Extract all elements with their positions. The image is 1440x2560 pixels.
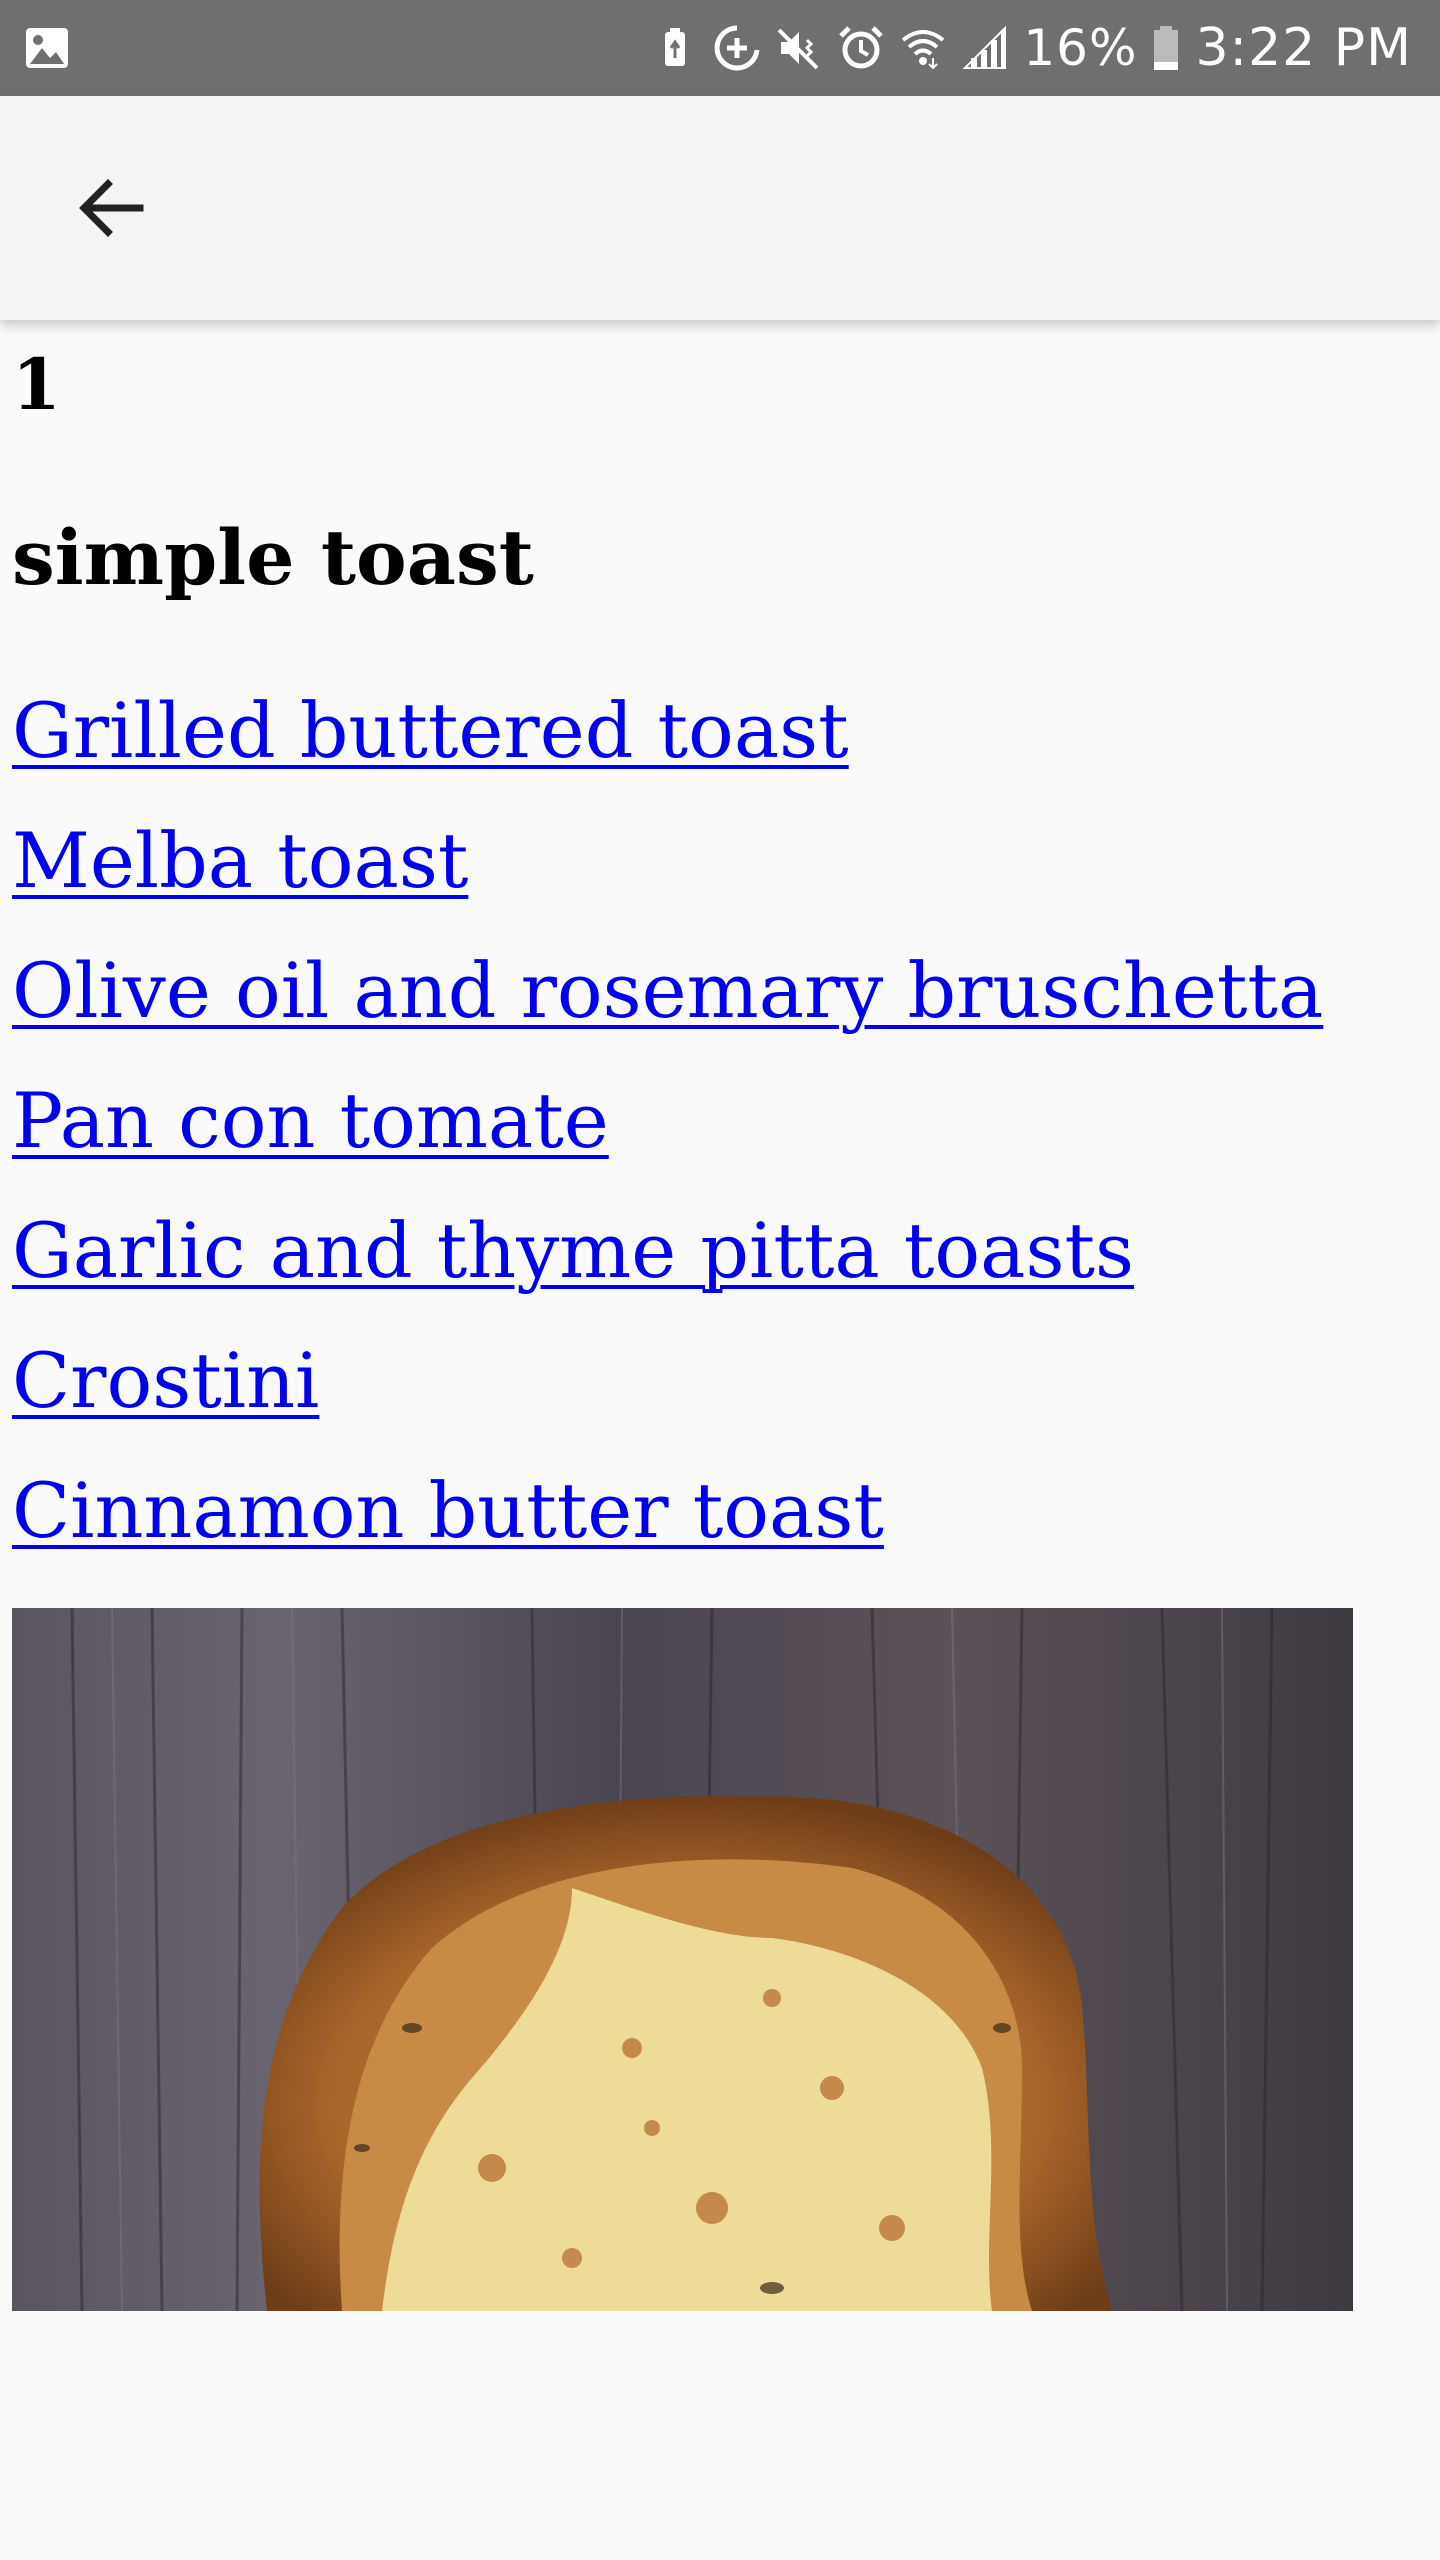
battery-icon bbox=[1154, 26, 1179, 70]
list-item: Garlic and thyme pitta toasts bbox=[12, 1196, 1422, 1326]
recipe-link-melba-toast[interactable]: Melba toast bbox=[12, 816, 468, 905]
wifi-icon bbox=[902, 30, 945, 70]
list-item: Pan con tomate bbox=[12, 1066, 1422, 1196]
section-title: simple toast bbox=[12, 513, 534, 602]
battery-saver-icon bbox=[665, 28, 686, 66]
buttered-toast-photo bbox=[12, 1608, 1353, 2311]
alarm-icon bbox=[839, 26, 884, 69]
list-item: Cinnamon butter toast bbox=[12, 1456, 1422, 1586]
status-bar: 16% 3:22 PM bbox=[0, 0, 1440, 96]
gallery-icon bbox=[26, 28, 68, 68]
list-item: Olive oil and rosemary bruschetta bbox=[12, 936, 1422, 1066]
recipe-link-grilled-buttered-toast[interactable]: Grilled buttered toast bbox=[12, 686, 849, 775]
recipe-section: 1 simple toast Grilled buttered toast Me… bbox=[12, 320, 1422, 1586]
status-icons: 16% 3:22 PM bbox=[651, 0, 1412, 96]
signal-icon bbox=[962, 25, 1007, 69]
list-item: Grilled buttered toast bbox=[12, 676, 1422, 806]
recipe-link-olive-oil-bruschetta[interactable]: Olive oil and rosemary bruschetta bbox=[12, 946, 1323, 1035]
recipe-link-cinnamon-butter-toast[interactable]: Cinnamon butter toast bbox=[12, 1466, 884, 1555]
list-item: Crostini bbox=[12, 1326, 1422, 1456]
recipe-list: Grilled buttered toast Melba toast Olive… bbox=[12, 676, 1422, 1586]
vibrate-mute-icon bbox=[777, 28, 819, 70]
recipe-link-garlic-thyme-pitta[interactable]: Garlic and thyme pitta toasts bbox=[12, 1206, 1134, 1295]
battery-percent: 16% bbox=[1023, 19, 1138, 77]
recipe-link-pan-con-tomate[interactable]: Pan con tomate bbox=[12, 1076, 609, 1165]
recipe-link-crostini[interactable]: Crostini bbox=[12, 1336, 319, 1425]
arrow-left-icon bbox=[79, 179, 144, 237]
app-bar bbox=[0, 96, 1440, 320]
list-item: Melba toast bbox=[12, 806, 1422, 936]
back-button[interactable] bbox=[64, 160, 160, 256]
data-saver-icon bbox=[715, 25, 760, 71]
page-number: 1 bbox=[12, 343, 61, 426]
clock: 3:22 PM bbox=[1195, 18, 1412, 78]
